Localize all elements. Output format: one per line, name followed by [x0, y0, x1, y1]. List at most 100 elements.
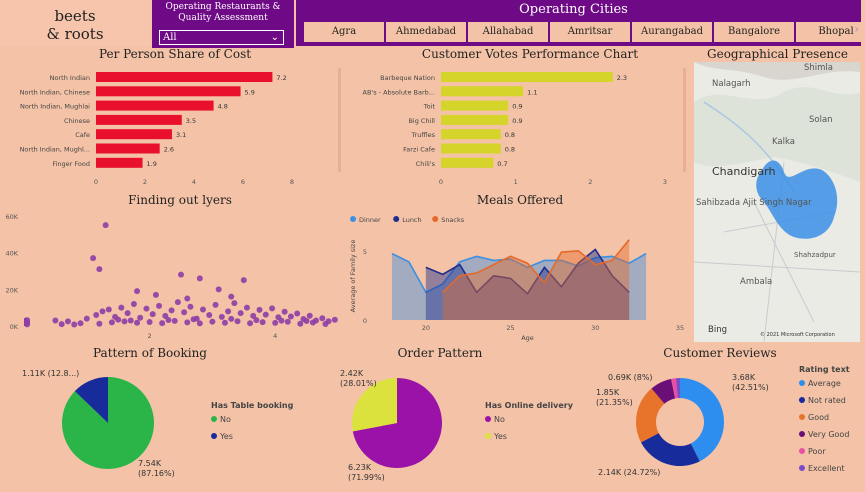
city-button-aurangabad[interactable]: Aurangabad [632, 22, 712, 42]
outliers-point [187, 303, 194, 310]
cost-bar [96, 86, 241, 97]
outliers-point [77, 320, 84, 327]
cost-tick-label: 6 [241, 178, 245, 186]
order-legend-marker [485, 416, 491, 422]
bing-logo: Bing [708, 325, 727, 335]
order-pie: 6.23K(71.99%) 2.42K(28.01%) Has Online del… [340, 369, 574, 482]
cost-category-label: Chinese [64, 117, 90, 125]
brand-logo: beets & roots [0, 0, 150, 46]
meals-legend-label: Dinner [359, 216, 381, 224]
city-button-amritsar[interactable]: Amritsar [550, 22, 630, 42]
outliers-point [256, 306, 263, 313]
outliers-point [221, 319, 228, 326]
booking-data-label: 7.54K [138, 459, 162, 468]
outliers-xtick: 2 [148, 332, 152, 340]
votes-bar [441, 143, 501, 154]
votes-tick-label: 0 [439, 178, 443, 186]
outliers-ytick: 40K [5, 250, 18, 258]
outliers-point [181, 309, 188, 316]
outliers-point [212, 301, 219, 308]
outliers-point [303, 318, 310, 325]
outliers-point [171, 317, 178, 324]
filter-value: All [163, 32, 177, 43]
booking-legend-marker [211, 433, 217, 439]
outliers-point [215, 286, 222, 293]
votes-bar [441, 129, 501, 140]
outliers-point [278, 317, 285, 324]
meals-ytick: 0 [363, 317, 367, 325]
city-button-allahabad[interactable]: Allahabad [468, 22, 548, 42]
outliers-point [124, 310, 131, 317]
geo-map[interactable]: Shimla Nalagarh Solan Kalka Chandigarh S… [694, 62, 860, 342]
meals-legend-marker [350, 216, 356, 222]
map-place-6: Shahzadpur [794, 251, 836, 259]
cost-bar [96, 143, 160, 154]
votes-category-label: Barbeque Nation [380, 74, 435, 82]
cost-bar [96, 114, 182, 125]
outliers-point [174, 299, 181, 306]
outliers-point [309, 319, 316, 326]
votes-chart-title: Customer Votes Performance Chart [421, 47, 639, 61]
map-place-3: Kalka [772, 137, 795, 147]
city-button-bangalore[interactable]: Bangalore [714, 22, 794, 42]
cost-data-label: 7.2 [276, 74, 286, 82]
outliers-point [99, 308, 106, 315]
meals-xlabel: Age [521, 334, 534, 342]
outliers-point [149, 311, 156, 318]
votes-bar [441, 86, 524, 97]
outliers-point [262, 311, 269, 318]
outliers-ytick: 60K [5, 213, 18, 221]
cost-category-label: North Indian, Mughl... [20, 146, 90, 154]
votes-category-label: Toit [423, 103, 436, 111]
cities-slicer: Operating Cities Agra Ahmedabad Allahabad A… [296, 0, 865, 46]
outliers-point [24, 318, 27, 326]
outliers-point [228, 315, 235, 322]
outliers-point [206, 312, 213, 318]
chevron-right-icon[interactable]: › [854, 22, 859, 36]
outliers-point [259, 319, 266, 326]
order-data-label: 2.42K [340, 369, 364, 378]
meals-xtick: 25 [506, 324, 514, 332]
outliers-point [127, 317, 134, 324]
votes-bar [441, 114, 509, 125]
cost-category-label: North Indian [50, 74, 90, 82]
outliers-point [237, 310, 244, 317]
reviews-legend-marker [799, 380, 805, 386]
logo-line1: beets [54, 7, 96, 25]
outliers-point [284, 318, 291, 325]
cost-tick-label: 4 [192, 178, 196, 186]
outliers-point [253, 317, 260, 324]
votes-bar [441, 100, 509, 111]
meals-area-snacks [442, 239, 630, 320]
city-button-ahmedabad[interactable]: Ahmedabad [386, 22, 466, 42]
order-legend-marker [485, 433, 491, 439]
cities-title: Operating Cities [519, 2, 628, 17]
reviews-legend-label: Excellent [808, 464, 845, 473]
booking-legend-marker [211, 416, 217, 422]
votes-data-label: 0.8 [505, 131, 515, 139]
cost-tick-label: 8 [290, 178, 294, 186]
outliers-point [247, 320, 254, 327]
outliers-point [96, 266, 103, 273]
votes-tick-label: 2 [588, 178, 592, 186]
outliers-point [218, 313, 225, 320]
city-button-agra[interactable]: Agra [304, 22, 384, 42]
reviews-data-label: 3.68K [732, 373, 756, 382]
chevron-down-icon: ⌄ [270, 32, 279, 43]
cost-data-label: 2.6 [164, 146, 174, 154]
votes-bar [441, 157, 494, 168]
outliers-point [297, 320, 304, 327]
filter-dropdown[interactable]: All ⌄ [159, 30, 284, 45]
order-legend-label: Yes [493, 432, 507, 441]
outliers-ytick: 20K [5, 286, 18, 294]
restaurant-filter[interactable]: Operating Restaurants & Quality Assessme… [152, 0, 294, 48]
meals-legend-label: Snacks [441, 216, 465, 224]
votes-bar [441, 72, 613, 82]
votes-data-label: 0.7 [497, 160, 507, 168]
reviews-slice-not-rated [640, 433, 700, 466]
scrollbar [338, 68, 341, 172]
outliers-point [209, 318, 216, 325]
booking-legend-label: No [220, 415, 231, 424]
outliers-point [243, 304, 250, 311]
outliers-point [196, 320, 203, 327]
